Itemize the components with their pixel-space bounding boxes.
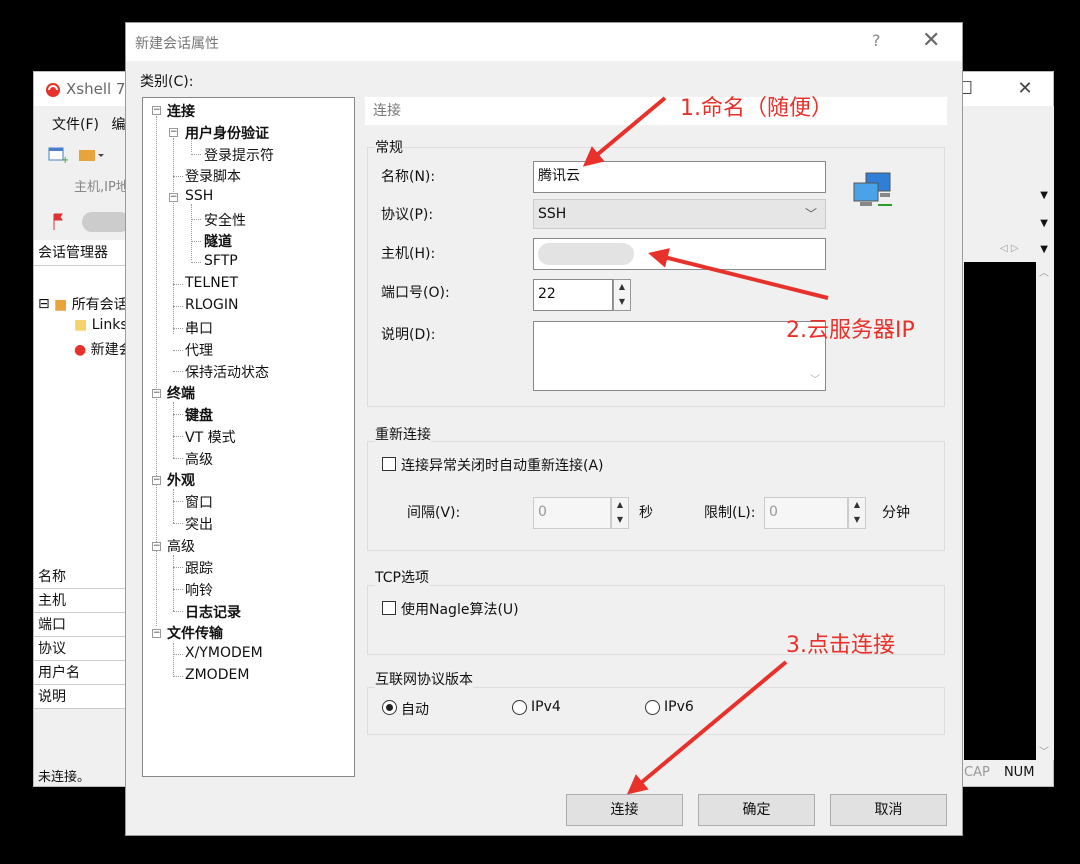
annotation-arrows [582,96,829,795]
arrow-step1 [582,96,667,167]
annotation-step1: 1.命名（随便） [680,96,833,121]
annotation-step3: 3.点击连接 [786,633,895,658]
arrow-step3 [626,660,788,795]
annotation-step2: 2.云服务器IP [786,318,915,343]
arrow-step2 [648,248,829,300]
